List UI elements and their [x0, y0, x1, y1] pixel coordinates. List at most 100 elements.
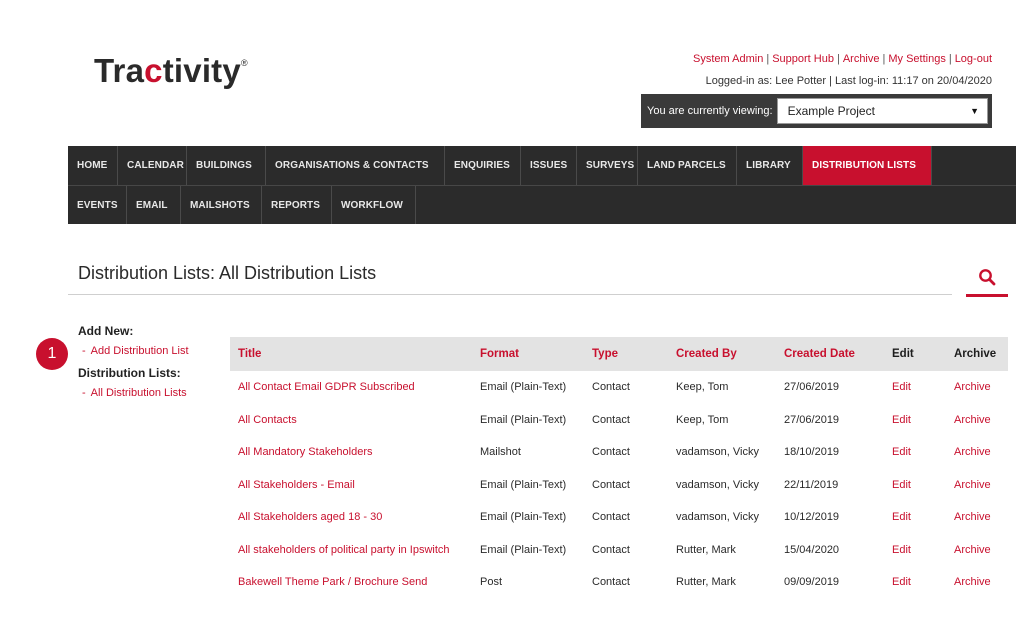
col-created-by-header[interactable]: Created By: [668, 337, 776, 371]
nav-calendar[interactable]: CALENDAR: [118, 146, 187, 185]
archive-link[interactable]: Archive: [843, 53, 880, 65]
support-hub-link[interactable]: Support Hub: [772, 53, 834, 65]
list-type: Contact: [592, 413, 630, 426]
table-header-row: Title Format Type Created By Created Dat…: [230, 337, 1008, 371]
system-admin-link[interactable]: System Admin: [693, 53, 763, 65]
list-format: Email (Plain-Text): [480, 478, 567, 491]
distribution-lists-table: Title Format Type Created By Created Dat…: [230, 337, 1008, 599]
nav-workflow[interactable]: WORKFLOW: [332, 186, 416, 224]
list-type: Contact: [592, 576, 630, 589]
table-row: Bakewell Theme Park / Brochure Send Post…: [230, 566, 1008, 599]
archive-row-link[interactable]: Archive: [946, 566, 1008, 599]
callout-badge: 1: [36, 338, 68, 370]
list-created-date: 27/06/2019: [784, 413, 840, 426]
nav-reports[interactable]: REPORTS: [262, 186, 332, 224]
separator: |: [882, 53, 886, 65]
list-created-by: Keep, Tom: [676, 381, 729, 394]
archive-row-link[interactable]: Archive: [946, 404, 1008, 437]
distribution-lists-heading: Distribution Lists:: [78, 366, 181, 380]
header-links: System Admin | Support Hub | Archive | My Sett…: [693, 53, 992, 65]
list-created-by: vadamson, Vicky: [676, 446, 759, 459]
list-created-by: Rutter, Mark: [676, 576, 736, 589]
list-format: Email (Plain-Text): [480, 511, 567, 524]
add-distribution-list-label: Add Distribution List: [90, 345, 189, 357]
sidebar: Add New: - Add Distribution List Distribu…: [78, 324, 218, 402]
all-distribution-lists-label: All Distribution Lists: [90, 387, 187, 399]
list-title-link[interactable]: All Stakeholders - Email: [230, 469, 472, 502]
main-nav: HOME CALENDAR BUILDINGS ORGANISATIONS & …: [68, 146, 1016, 224]
edit-link[interactable]: Edit: [884, 469, 946, 502]
project-select[interactable]: Example Project ▼: [776, 98, 988, 124]
list-type: Contact: [592, 446, 630, 459]
list-format: Mailshot: [480, 446, 521, 459]
nav-buildings[interactable]: BUILDINGS: [187, 146, 266, 185]
list-created-date: 09/09/2019: [784, 576, 840, 589]
nav-enquiries[interactable]: ENQUIRIES: [445, 146, 521, 185]
archive-row-link[interactable]: Archive: [946, 469, 1008, 502]
nav-surveys[interactable]: SURVEYS: [577, 146, 638, 185]
search-button[interactable]: [966, 257, 1008, 297]
archive-row-link[interactable]: Archive: [946, 501, 1008, 534]
list-title-link[interactable]: All Mandatory Stakeholders: [230, 436, 472, 469]
nav-land-parcels[interactable]: LAND PARCELS: [638, 146, 737, 185]
col-created-date-header[interactable]: Created Date: [776, 337, 884, 371]
nav-mailshots[interactable]: MAILSHOTS: [181, 186, 262, 224]
list-created-date: 27/06/2019: [784, 381, 840, 394]
edit-link[interactable]: Edit: [884, 534, 946, 567]
col-title-header[interactable]: Title: [230, 337, 472, 371]
edit-link[interactable]: Edit: [884, 371, 946, 404]
col-format-header[interactable]: Format: [472, 337, 584, 371]
logo-suffix: tivity: [162, 52, 241, 89]
archive-row-link[interactable]: Archive: [946, 436, 1008, 469]
list-format: Email (Plain-Text): [480, 543, 567, 556]
list-type: Contact: [592, 511, 630, 524]
list-format: Email (Plain-Text): [480, 413, 567, 426]
nav-issues[interactable]: ISSUES: [521, 146, 577, 185]
nav-library[interactable]: LIBRARY: [737, 146, 803, 185]
all-distribution-lists-link[interactable]: - All Distribution Lists: [78, 384, 218, 402]
nav-home[interactable]: HOME: [68, 146, 118, 185]
edit-link[interactable]: Edit: [884, 501, 946, 534]
separator: |: [948, 53, 952, 65]
list-title-link[interactable]: All Contacts: [230, 404, 472, 437]
nav-organisations-contacts[interactable]: ORGANISATIONS & CONTACTS: [266, 146, 445, 185]
logo-prefix: Tra: [94, 52, 145, 89]
project-select-value: Example Project: [787, 104, 875, 118]
project-selector-bar: You are currently viewing: Example Proje…: [641, 94, 992, 128]
nav-row-2: EVENTS EMAIL MAILSHOTS REPORTS WORKFLOW: [68, 185, 1016, 224]
archive-row-link[interactable]: Archive: [946, 371, 1008, 404]
logo-accent: c: [144, 52, 163, 89]
nav-email[interactable]: EMAIL: [127, 186, 181, 224]
logout-link[interactable]: Log-out: [955, 53, 992, 65]
add-distribution-list-link[interactable]: - Add Distribution List: [78, 342, 218, 360]
search-underline: [966, 294, 1008, 297]
col-edit-header: Edit: [892, 348, 914, 360]
dropdown-arrow-icon: ▼: [970, 106, 979, 116]
edit-link[interactable]: Edit: [884, 436, 946, 469]
col-archive-header: Archive: [954, 348, 997, 360]
nav-distribution-lists[interactable]: DISTRIBUTION LISTS: [803, 146, 932, 185]
list-title-link[interactable]: Bakewell Theme Park / Brochure Send: [230, 566, 472, 599]
bullet-dash: -: [82, 387, 86, 399]
tractivity-logo[interactable]: Tractivity®: [94, 52, 248, 90]
my-settings-link[interactable]: My Settings: [888, 53, 945, 65]
list-title-link[interactable]: All Contact Email GDPR Subscribed: [230, 371, 472, 404]
list-format: Post: [480, 576, 503, 589]
list-title-link[interactable]: All Stakeholders aged 18 - 30: [230, 501, 472, 534]
table-row: All Stakeholders aged 18 - 30 Email (Pla…: [230, 501, 1008, 534]
edit-link[interactable]: Edit: [884, 566, 946, 599]
list-created-by: Keep, Tom: [676, 413, 729, 426]
archive-row-link[interactable]: Archive: [946, 534, 1008, 567]
separator: |: [766, 53, 770, 65]
list-created-by: vadamson, Vicky: [676, 511, 759, 524]
edit-link[interactable]: Edit: [884, 404, 946, 437]
nav-events[interactable]: EVENTS: [68, 186, 127, 224]
nav-row-1: HOME CALENDAR BUILDINGS ORGANISATIONS & …: [68, 146, 1016, 185]
table-row: All Mandatory Stakeholders Mailshot Cont…: [230, 436, 1008, 469]
bullet-dash: -: [82, 345, 86, 357]
list-title-link[interactable]: All stakeholders of political party in I…: [230, 534, 472, 567]
table-row: All Contacts Email (Plain-Text) Contact …: [230, 404, 1008, 437]
list-created-by: Rutter, Mark: [676, 543, 736, 556]
col-type-header[interactable]: Type: [584, 337, 668, 371]
table-row: All Contact Email GDPR Subscribed Email …: [230, 371, 1008, 404]
